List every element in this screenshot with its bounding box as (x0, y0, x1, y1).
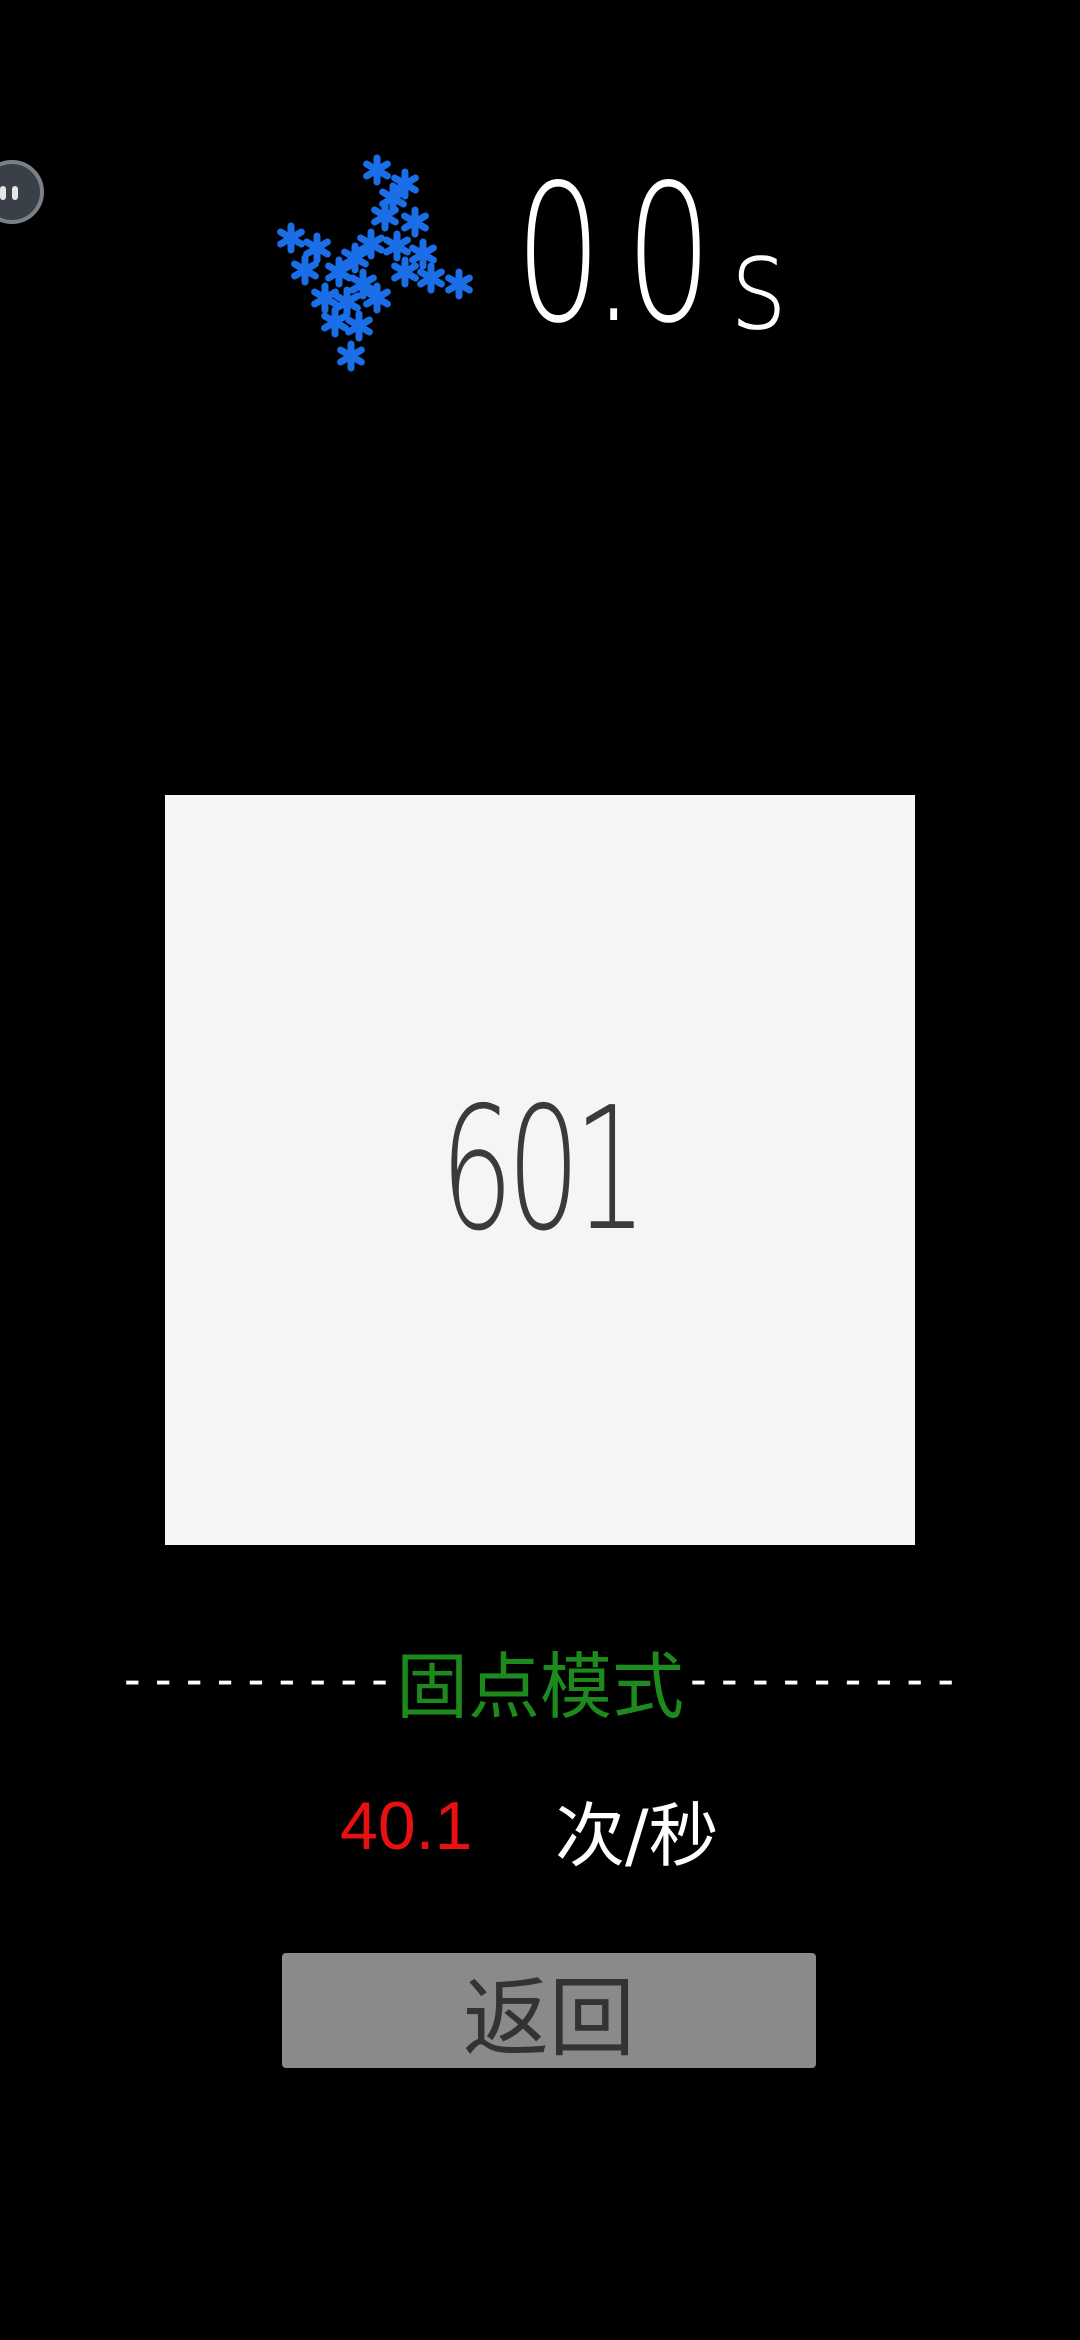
timer-display: 0.0 s (515, 144, 788, 365)
star-glyph (417, 262, 445, 294)
rate-value: 40.1 (340, 1788, 473, 1864)
star-glyph (409, 238, 437, 270)
mode-dashes-right: --------- (684, 1652, 963, 1708)
star-glyph (363, 154, 391, 186)
star-glyph (391, 256, 419, 288)
star-glyph (291, 254, 319, 286)
timer-unit: s (730, 207, 788, 359)
timer-value: 0.0 (515, 144, 712, 365)
mode-label: 固点模式 (396, 1644, 685, 1729)
star-glyph (401, 206, 429, 238)
star-glyph (345, 310, 373, 342)
star-glyph (303, 232, 331, 264)
mode-dashes-left: --------- (117, 1652, 396, 1708)
ball-eye-right (12, 186, 18, 200)
rate-row: 40.1 次/秒 (0, 1775, 1080, 1877)
star-glyph (445, 268, 473, 300)
tap-area[interactable]: 601 (165, 795, 915, 1545)
back-button[interactable]: 返回 (282, 1953, 816, 2069)
star-glyph (311, 282, 339, 314)
star-glyph (337, 340, 365, 372)
mode-row: --------- 固点模式 --------- (118, 1635, 960, 1729)
tap-count: 601 (439, 1071, 647, 1269)
star-glyph (321, 306, 349, 338)
assistant-ball-icon[interactable] (0, 160, 44, 224)
ball-eye-left (0, 186, 6, 200)
star-glyph (333, 286, 361, 318)
star-glyph (277, 222, 305, 254)
rate-unit: 次/秒 (555, 1795, 719, 1877)
blue-star-cluster-icon (277, 154, 473, 372)
star-glyph (383, 230, 411, 262)
